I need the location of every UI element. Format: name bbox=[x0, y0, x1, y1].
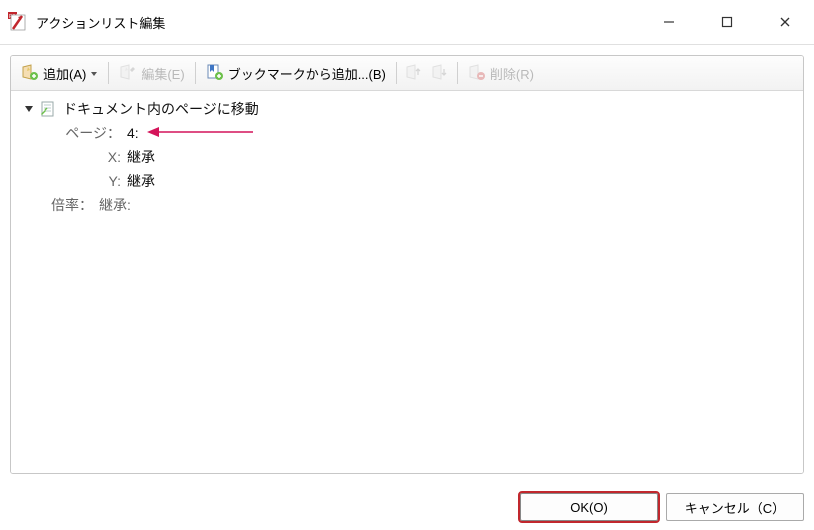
move-up-icon bbox=[405, 63, 423, 84]
bookmark-icon bbox=[206, 63, 224, 84]
action-tree: ドキュメント内のページに移動 ページ： 4: X: 継承 Y: 継承 bbox=[11, 91, 803, 473]
toolbar: 追加(A) 編集(E) bbox=[11, 56, 803, 91]
maximize-button[interactable] bbox=[698, 0, 756, 44]
close-button[interactable] bbox=[756, 0, 814, 44]
separator bbox=[457, 62, 458, 84]
y-label: Y: bbox=[45, 173, 121, 189]
add-from-bookmark-button[interactable]: ブックマークから追加...(B) bbox=[200, 59, 392, 87]
delete-icon bbox=[468, 63, 486, 84]
cancel-button[interactable]: キャンセル（C） bbox=[666, 493, 804, 521]
annotation-arrow-icon bbox=[145, 125, 255, 142]
y-value: 継承 bbox=[127, 171, 155, 191]
move-up-button[interactable] bbox=[401, 59, 427, 87]
add-button[interactable]: 追加(A) bbox=[15, 59, 104, 87]
page-row[interactable]: ページ： 4: bbox=[17, 121, 801, 145]
add-from-bookmark-label: ブックマークから追加...(B) bbox=[228, 64, 386, 83]
expand-toggle[interactable] bbox=[21, 101, 37, 117]
x-row[interactable]: X: 継承 bbox=[17, 145, 801, 169]
app-icon: PDF bbox=[8, 12, 28, 32]
separator bbox=[108, 62, 109, 84]
move-down-icon bbox=[431, 63, 449, 84]
ok-button[interactable]: OK(O) bbox=[520, 493, 658, 521]
y-row[interactable]: Y: 継承 bbox=[17, 169, 801, 193]
x-label: X: bbox=[45, 149, 121, 165]
action-panel: 追加(A) 編集(E) bbox=[10, 55, 804, 474]
cancel-label: キャンセル（C） bbox=[685, 498, 785, 517]
x-value: 継承 bbox=[127, 147, 155, 167]
edit-button[interactable]: 編集(E) bbox=[113, 59, 190, 87]
page-value: 4: bbox=[127, 125, 139, 141]
window-controls bbox=[640, 0, 814, 44]
add-label: 追加(A) bbox=[43, 64, 86, 83]
chevron-down-icon bbox=[90, 66, 98, 81]
titlebar: PDF アクションリスト編集 bbox=[0, 0, 814, 45]
zoom-value: 継承: bbox=[99, 195, 131, 215]
page-label: ページ： bbox=[45, 123, 121, 143]
separator bbox=[396, 62, 397, 84]
move-down-button[interactable] bbox=[427, 59, 453, 87]
zoom-row[interactable]: 倍率： 継承: bbox=[17, 193, 801, 217]
button-bar: OK(O) キャンセル（C） bbox=[0, 484, 814, 530]
action-header-row[interactable]: ドキュメント内のページに移動 bbox=[17, 97, 801, 121]
action-header-label: ドキュメント内のページに移動 bbox=[63, 99, 259, 119]
zoom-label: 倍率： bbox=[45, 195, 93, 215]
separator bbox=[195, 62, 196, 84]
goto-page-icon bbox=[39, 100, 57, 118]
edit-label: 編集(E) bbox=[141, 64, 184, 83]
edit-icon bbox=[119, 63, 137, 84]
minimize-button[interactable] bbox=[640, 0, 698, 44]
add-icon bbox=[21, 63, 39, 84]
delete-label: 削除(R) bbox=[490, 64, 534, 83]
ok-label: OK(O) bbox=[570, 500, 608, 515]
delete-button[interactable]: 削除(R) bbox=[462, 59, 540, 87]
content-area: 追加(A) 編集(E) bbox=[0, 45, 814, 484]
window-title: アクションリスト編集 bbox=[36, 13, 640, 32]
